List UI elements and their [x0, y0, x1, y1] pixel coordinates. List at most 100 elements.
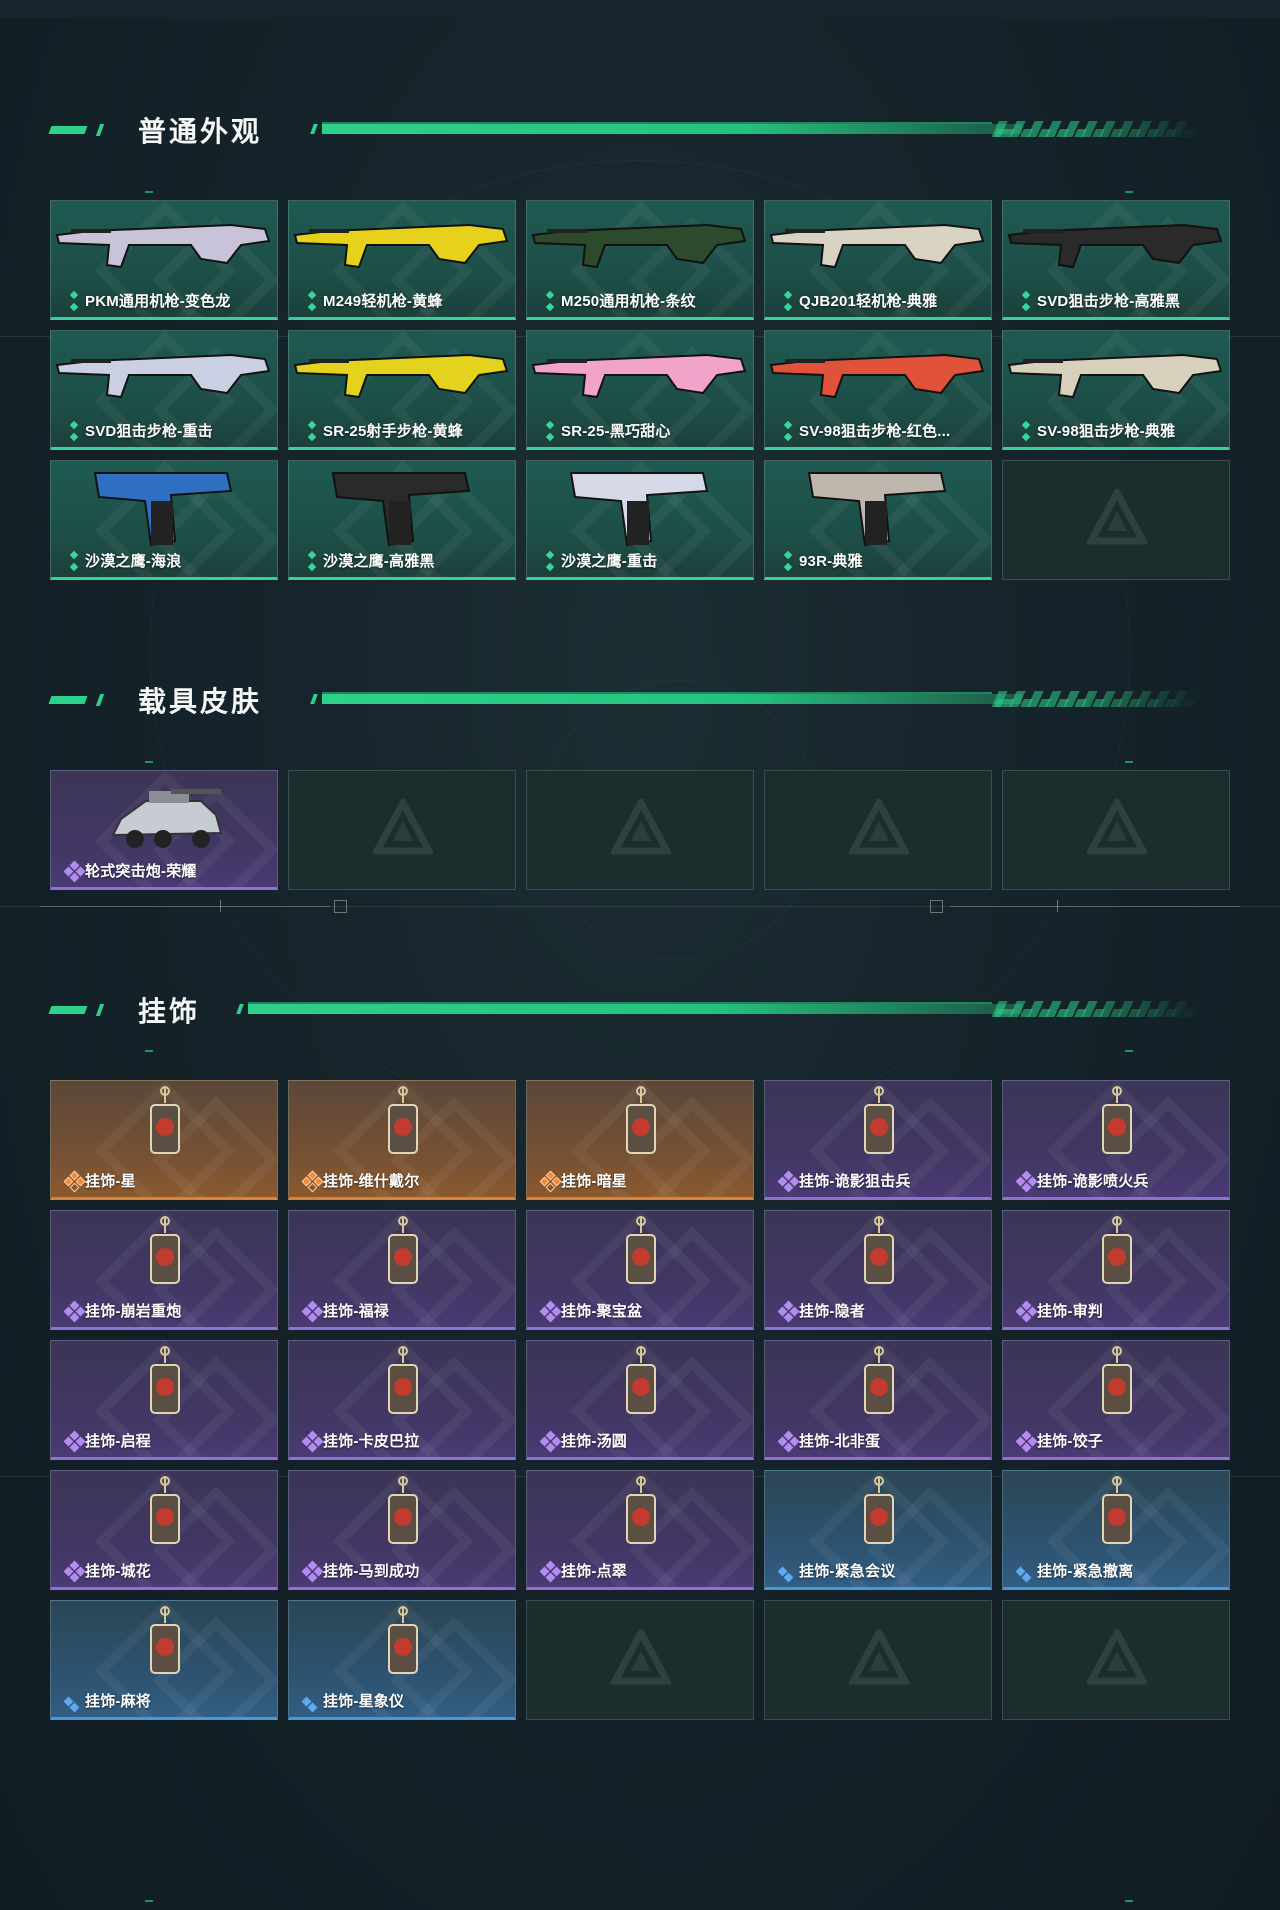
logo-icon	[611, 799, 671, 855]
item-card[interactable]: PKM通用机枪-变色龙	[50, 200, 278, 320]
header-accent	[95, 1004, 105, 1016]
item-card[interactable]: SVD狙击步枪-重击	[50, 330, 278, 450]
item-label: 挂饰-诡影狙击兵	[799, 1173, 911, 1190]
corner-marker	[334, 900, 347, 913]
item-card[interactable]: QJB201轻机枪-典雅	[764, 200, 992, 320]
item-label: M250通用机枪-条纹	[561, 293, 696, 310]
header-accent	[48, 126, 88, 134]
rarity-icon	[63, 1560, 86, 1583]
item-card[interactable]: 挂饰-麻将	[50, 1600, 278, 1720]
tick-marker	[1057, 900, 1058, 912]
rarity-icon	[63, 1170, 86, 1193]
item-card[interactable]: SR-25射手步枪-黄蜂	[288, 330, 516, 450]
item-label: 挂饰-城花	[85, 1563, 151, 1580]
item-card[interactable]: 挂饰-诡影喷火兵	[1002, 1080, 1230, 1200]
item-card[interactable]: 挂饰-诡影狙击兵	[764, 1080, 992, 1200]
rarity-icon	[1015, 1300, 1038, 1323]
rarity-icon	[63, 1692, 83, 1713]
rarity-icon	[303, 420, 321, 442]
item-card[interactable]: M249轻机枪-黄蜂	[288, 200, 516, 320]
item-label: 沙漠之鹰-重击	[561, 553, 658, 570]
item-card[interactable]: SV-98狙击步枪-典雅	[1002, 330, 1230, 450]
item-card[interactable]: SR-25-黑巧甜心	[526, 330, 754, 450]
item-card[interactable]: 挂饰-马到成功	[288, 1470, 516, 1590]
logo-icon	[1087, 799, 1147, 855]
item-card[interactable]: 挂饰-汤圆	[526, 1340, 754, 1460]
empty-slot	[1002, 770, 1230, 890]
tick-marker	[145, 1050, 153, 1052]
item-card[interactable]: 挂饰-城花	[50, 1470, 278, 1590]
header-accent	[48, 696, 88, 704]
header-accent	[48, 1006, 88, 1014]
tick-marker	[145, 191, 153, 193]
item-card[interactable]: 挂饰-福禄	[288, 1210, 516, 1330]
item-card[interactable]: 沙漠之鹰-海浪	[50, 460, 278, 580]
header-accent	[95, 694, 105, 706]
empty-slot	[288, 770, 516, 890]
item-label: 挂饰-暗星	[561, 1173, 627, 1190]
header-checker	[993, 1009, 1203, 1017]
item-card[interactable]: 挂饰-紧急撤离	[1002, 1470, 1230, 1590]
rarity-icon	[301, 1300, 324, 1323]
item-card[interactable]: 挂饰-审判	[1002, 1210, 1230, 1330]
rarity-icon	[539, 1560, 562, 1583]
item-label: 挂饰-聚宝盆	[561, 1303, 643, 1320]
rarity-icon	[63, 860, 86, 883]
charm-grid: 挂饰-星 挂饰-维什戴尔 挂饰-暗星 挂饰-诡影狙击兵 挂饰-诡影喷火兵 挂饰-崩岩重炮挂…	[50, 1080, 1230, 1720]
item-label: 挂饰-星	[85, 1173, 136, 1190]
rarity-icon	[63, 1430, 86, 1453]
item-label: 93R-典雅	[799, 553, 863, 570]
item-label: PKM通用机枪-变色龙	[85, 293, 231, 310]
item-label: 挂饰-点翠	[561, 1563, 627, 1580]
item-card[interactable]: M250通用机枪-条纹	[526, 200, 754, 320]
item-label: M249轻机枪-黄蜂	[323, 293, 443, 310]
item-label: 挂饰-马到成功	[323, 1563, 420, 1580]
item-card[interactable]: 挂饰-点翠	[526, 1470, 754, 1590]
rarity-icon	[303, 290, 321, 312]
item-card[interactable]: 挂饰-星	[50, 1080, 278, 1200]
item-card[interactable]: 轮式突击炮-荣耀	[50, 770, 278, 890]
item-label: 挂饰-诡影喷火兵	[1037, 1173, 1149, 1190]
rarity-icon	[539, 1430, 562, 1453]
item-label: SR-25射手步枪-黄蜂	[323, 423, 463, 440]
item-card[interactable]: 挂饰-北非蛋	[764, 1340, 992, 1460]
item-card[interactable]: 挂饰-星象仪	[288, 1600, 516, 1720]
rarity-icon	[1015, 1562, 1035, 1583]
item-label: 挂饰-饺子	[1037, 1433, 1103, 1450]
rarity-icon	[1015, 1170, 1038, 1193]
item-card[interactable]: 挂饰-卡皮巴拉	[288, 1340, 516, 1460]
rarity-icon	[779, 290, 797, 312]
item-card[interactable]: 沙漠之鹰-重击	[526, 460, 754, 580]
item-card[interactable]: 挂饰-维什戴尔	[288, 1080, 516, 1200]
empty-slot	[764, 1600, 992, 1720]
item-label: 挂饰-福禄	[323, 1303, 389, 1320]
item-card[interactable]: 挂饰-聚宝盆	[526, 1210, 754, 1330]
item-label: SV-98狙击步枪-典雅	[1037, 423, 1176, 440]
header-line	[248, 1002, 992, 1004]
tick-marker	[1125, 1050, 1133, 1052]
item-card[interactable]: 挂饰-暗星	[526, 1080, 754, 1200]
tick-marker	[220, 900, 221, 912]
rarity-icon	[63, 1300, 86, 1323]
empty-slot	[1002, 460, 1230, 580]
header-accent	[95, 124, 105, 136]
item-card[interactable]: SVD狙击步枪-高雅黑	[1002, 200, 1230, 320]
divider-line	[950, 906, 1240, 907]
rarity-icon	[301, 1170, 324, 1193]
item-label: 挂饰-紧急会议	[799, 1563, 896, 1580]
item-card[interactable]: 93R-典雅	[764, 460, 992, 580]
item-card[interactable]: 沙漠之鹰-高雅黑	[288, 460, 516, 580]
section-header-charms: 挂饰	[0, 988, 1280, 1028]
item-card[interactable]: 挂饰-启程	[50, 1340, 278, 1460]
item-card[interactable]: 挂饰-饺子	[1002, 1340, 1230, 1460]
divider-line	[40, 906, 330, 907]
item-card[interactable]: 挂饰-崩岩重炮	[50, 1210, 278, 1330]
item-card[interactable]: 挂饰-紧急会议	[764, 1470, 992, 1590]
tick-marker	[1125, 1900, 1133, 1902]
item-card[interactable]: SV-98狙击步枪-红色...	[764, 330, 992, 450]
rarity-icon	[541, 290, 559, 312]
section-header-vehicles: 载具皮肤	[0, 678, 1280, 718]
item-card[interactable]: 挂饰-隐者	[764, 1210, 992, 1330]
rarity-icon	[301, 1692, 321, 1713]
logo-icon	[1087, 1629, 1147, 1685]
